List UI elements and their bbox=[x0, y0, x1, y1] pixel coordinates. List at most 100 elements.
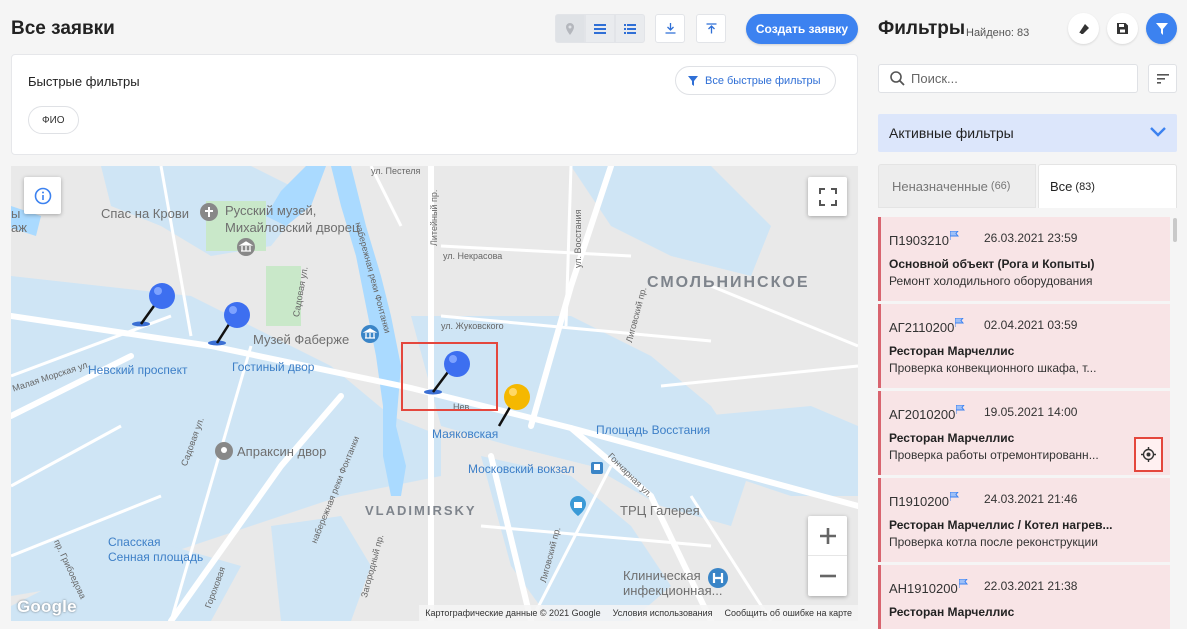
map-poi-label: аж bbox=[11, 220, 27, 235]
tab-count: (83) bbox=[1075, 180, 1095, 193]
clear-filters-button[interactable] bbox=[1068, 13, 1099, 44]
download-icon bbox=[665, 23, 675, 34]
fullscreen-button[interactable] bbox=[808, 177, 847, 216]
map-poi-label: Апраксин двор bbox=[237, 444, 327, 459]
zoom-out-button[interactable] bbox=[808, 556, 847, 596]
funnel-icon bbox=[688, 75, 698, 86]
map-street-label: ул. Жуковского bbox=[441, 321, 504, 331]
request-card[interactable]: П1903210 26.03.2021 23:59 Основной объек… bbox=[878, 217, 1170, 301]
toggle-filters-button[interactable] bbox=[1146, 13, 1177, 44]
tab-all[interactable]: Все (83) bbox=[1038, 164, 1177, 208]
search-icon bbox=[890, 71, 905, 86]
metro-label: Спасская bbox=[108, 535, 161, 549]
flag-icon bbox=[956, 405, 966, 414]
train-icon bbox=[591, 462, 603, 474]
fullscreen-icon bbox=[818, 187, 837, 206]
download-button[interactable] bbox=[655, 14, 685, 43]
upload-button[interactable] bbox=[696, 14, 726, 43]
request-pin-yellow[interactable] bbox=[495, 380, 535, 430]
tab-label: Все bbox=[1050, 179, 1073, 194]
map-poi-label: Михайловский дворец bbox=[225, 220, 360, 235]
report-error-link[interactable]: Сообщить об ошибке на карте bbox=[725, 608, 852, 618]
map-view-button[interactable] bbox=[555, 14, 585, 43]
crosshair-icon bbox=[1141, 447, 1156, 462]
minus-icon bbox=[819, 574, 836, 578]
list-scrollbar[interactable] bbox=[1172, 217, 1177, 629]
search-input[interactable] bbox=[911, 71, 1121, 86]
map-poi-label: ТРЦ Галерея bbox=[620, 503, 700, 518]
requests-tabs: Неназначенные (66) Все (83) bbox=[878, 164, 1177, 208]
shopping-icon bbox=[570, 496, 586, 516]
map-poi-label: ы bbox=[11, 206, 21, 221]
district-label: VLADIMIRSKY bbox=[365, 503, 477, 518]
tab-count: (66) bbox=[990, 180, 1011, 192]
filters-title: Фильтры bbox=[878, 18, 966, 39]
view-switcher bbox=[555, 14, 645, 43]
list-icon bbox=[594, 23, 606, 34]
request-date: 19.05.2021 14:00 bbox=[984, 405, 1078, 419]
request-pin[interactable] bbox=[129, 279, 189, 329]
flag-icon bbox=[955, 318, 965, 327]
terms-link[interactable]: Условия использования bbox=[613, 608, 713, 618]
request-pin[interactable] bbox=[207, 296, 267, 346]
request-description: Проверка конвекционного шкафа, т... bbox=[889, 361, 1097, 375]
quick-filters-panel: Быстрые фильтры Все быстрые фильтры ФИО bbox=[11, 54, 858, 155]
quick-filter-chip[interactable]: ФИО bbox=[28, 106, 79, 134]
request-description: Проверка работы отремонтированн... bbox=[889, 448, 1099, 462]
chevron-down-icon bbox=[1150, 127, 1166, 137]
map-street-label: ул. Восстания bbox=[573, 209, 583, 268]
map-poi-label: Русский музей, bbox=[225, 203, 317, 218]
map-view[interactable]: ул. Пестеля ул. Некрасова ул. Жуковского… bbox=[11, 166, 858, 621]
google-logo: Google bbox=[17, 597, 77, 616]
list-scrollbar-thumb[interactable] bbox=[1173, 218, 1177, 242]
map-poi-label: Музей Фаберже bbox=[253, 332, 350, 347]
map-pin-icon bbox=[566, 22, 574, 35]
place-icon bbox=[215, 442, 233, 460]
request-card[interactable]: АН1910200 22.03.2021 21:38 Ресторан Марч… bbox=[878, 565, 1170, 629]
request-object: Основной объект (Рога и Копыты) bbox=[889, 257, 1095, 271]
map-street-label: ул. Некрасова bbox=[443, 251, 503, 261]
request-number: П1903210 bbox=[889, 231, 959, 248]
app-root: Все заявки Создать заявку Быстрые фильтр… bbox=[0, 0, 1187, 629]
request-card[interactable]: АГ2110200 02.04.2021 03:59 Ресторан Марч… bbox=[878, 304, 1170, 388]
active-filters-label: Активные фильтры bbox=[889, 125, 1014, 141]
detailed-list-view-button[interactable] bbox=[615, 14, 645, 43]
show-on-map-button[interactable] bbox=[1134, 437, 1163, 472]
active-filters-toggle[interactable]: Активные фильтры bbox=[878, 114, 1177, 152]
request-number: АГ2110200 bbox=[889, 318, 965, 335]
zoom-in-button[interactable] bbox=[808, 516, 847, 556]
sort-icon bbox=[1156, 73, 1169, 84]
tab-unassigned[interactable]: Неназначенные (66) bbox=[878, 164, 1036, 208]
create-request-button[interactable]: Создать заявку bbox=[746, 14, 858, 44]
request-object: Ресторан Марчеллис bbox=[889, 431, 1015, 445]
all-quick-filters-button[interactable]: Все быстрые фильтры bbox=[675, 66, 836, 95]
metro-label: Гостиный двор bbox=[232, 360, 315, 374]
metro-label: Московский вокзал bbox=[468, 462, 575, 476]
list-view-button[interactable] bbox=[585, 14, 615, 43]
map-info-button[interactable] bbox=[24, 177, 61, 214]
hospital-icon bbox=[708, 568, 728, 588]
upload-icon bbox=[706, 23, 716, 34]
request-object: Ресторан Марчеллис bbox=[889, 605, 1015, 619]
map-street-label: ул. Пестеля bbox=[371, 166, 421, 176]
search-box bbox=[878, 64, 1138, 93]
page-title: Все заявки bbox=[11, 18, 115, 39]
request-object: Ресторан Марчеллис / Котел нагрев... bbox=[889, 518, 1113, 532]
request-card[interactable]: П1910200 24.03.2021 21:46 Ресторан Марче… bbox=[878, 478, 1170, 562]
found-count: Найдено: 83 bbox=[966, 27, 1030, 39]
flag-icon bbox=[958, 579, 968, 588]
request-card[interactable]: АГ2010200 19.05.2021 14:00 Ресторан Марч… bbox=[878, 391, 1170, 475]
map-data-credit: Картографические данные © 2021 Google bbox=[425, 608, 601, 618]
all-quick-filters-label: Все быстрые фильтры bbox=[705, 74, 821, 87]
request-number: АН1910200 bbox=[889, 579, 968, 596]
save-filters-button[interactable] bbox=[1107, 13, 1138, 44]
flag-icon bbox=[949, 492, 959, 501]
museum-icon bbox=[237, 238, 255, 256]
flag-icon bbox=[949, 231, 959, 240]
save-icon bbox=[1117, 23, 1128, 34]
map-street-label: Литейный пр. bbox=[429, 189, 439, 246]
map-attribution: Картографические данные © 2021 Google Ус… bbox=[419, 605, 858, 621]
funnel-icon bbox=[1155, 22, 1168, 35]
request-date: 24.03.2021 21:46 bbox=[984, 492, 1078, 506]
sort-button[interactable] bbox=[1148, 64, 1177, 93]
